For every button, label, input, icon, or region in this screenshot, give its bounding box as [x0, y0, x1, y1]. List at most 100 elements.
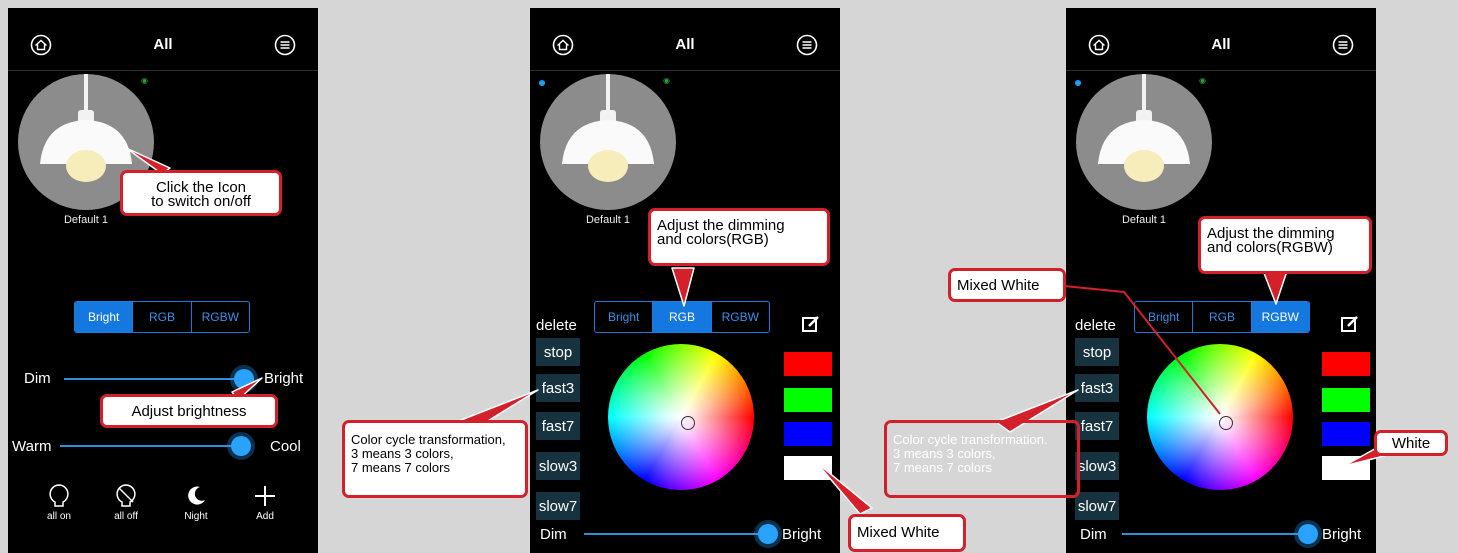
mode-fast7-button[interactable]: fast7: [536, 412, 580, 440]
dim-label: Dim: [24, 370, 51, 387]
all-on-label: all on: [47, 511, 71, 522]
callout-white-text: White: [1391, 435, 1431, 452]
lamp-icon[interactable]: [1076, 74, 1212, 210]
tab-rgb[interactable]: RGB: [652, 302, 711, 332]
bright-label: Bright: [1322, 526, 1362, 543]
dim-label: Dim: [1080, 526, 1107, 543]
dim-track[interactable]: [584, 533, 766, 535]
night-button[interactable]: Night: [172, 484, 220, 522]
selected-indicator: [539, 80, 545, 86]
all-off-button[interactable]: all off: [102, 484, 150, 522]
mode-fast7-button[interactable]: fast7: [1075, 412, 1119, 440]
lamp-name: Default 1: [1121, 214, 1167, 226]
power-indicator-icon: ◉: [141, 76, 148, 85]
mode-slow3-button[interactable]: slow3: [1075, 452, 1119, 480]
callout-cycle2-line2: 3 means 3 colors,: [351, 446, 454, 461]
swatch-blue[interactable]: [1322, 422, 1370, 446]
dim-label: Dim: [540, 526, 567, 543]
callout-mixed-white-bottom-text: Mixed White: [857, 524, 940, 541]
menu-icon[interactable]: [274, 34, 296, 56]
tab-rgbw[interactable]: RGBW: [190, 302, 249, 332]
lamp-icon[interactable]: [540, 74, 676, 210]
callout-rgb: Adjust the dimming and colors(RGB): [648, 208, 830, 266]
tab-rgbw[interactable]: RGBW: [710, 302, 769, 332]
swatch-white[interactable]: [1322, 456, 1370, 480]
color-picker-handle[interactable]: [681, 416, 695, 430]
page-title: All: [153, 36, 173, 53]
callout-mixed-white-top: Mixed White: [948, 268, 1066, 302]
bulb-off-icon: [116, 484, 136, 507]
callout-mixed-white-top-text: Mixed White: [957, 277, 1040, 294]
swatch-white[interactable]: [784, 456, 832, 480]
mode-slow7-button[interactable]: slow7: [536, 492, 580, 520]
mode-slow7-button[interactable]: slow7: [1075, 492, 1119, 520]
color-wheel[interactable]: [608, 344, 754, 490]
swatch-blue[interactable]: [784, 422, 832, 446]
plus-icon: [255, 486, 275, 506]
add-label: Add: [256, 511, 274, 522]
callout-cycle2: Color cycle transformation, 3 means 3 co…: [342, 420, 528, 498]
bright-label: Bright: [782, 526, 822, 543]
night-label: Night: [184, 511, 208, 522]
bright-label: Bright: [264, 370, 304, 387]
app-header: All: [1066, 8, 1376, 71]
tab-rgb[interactable]: RGB: [1192, 302, 1250, 332]
mode-tabs: Bright RGB RGBW: [74, 301, 250, 333]
menu-icon[interactable]: [1332, 34, 1354, 56]
temperature-track[interactable]: [60, 445, 250, 447]
app-header: All: [530, 8, 840, 71]
selected-indicator: [1075, 80, 1081, 86]
app-header: All: [8, 8, 318, 71]
callout-brightness: Adjust brightness: [100, 394, 278, 428]
mode-fast3-button[interactable]: fast3: [1075, 374, 1119, 402]
callout-rgb-line2: and colors(RGB): [657, 231, 769, 248]
callout-cycle3-line3: 7 means 7 colors: [893, 460, 992, 475]
edit-icon[interactable]: [802, 315, 820, 333]
callout-cycle3-line2: 3 means 3 colors,: [893, 446, 996, 461]
delete-label[interactable]: delete: [536, 317, 577, 334]
power-indicator-icon: ◉: [663, 76, 670, 85]
callout-cycle2-line1: Color cycle transformation,: [351, 432, 506, 447]
mode-tabs: Bright RGB RGBW: [1134, 301, 1310, 333]
phone-screen-bright: All ◉ Default 1 Bright RGB RGBW Dim Brig…: [8, 8, 318, 553]
page-title: All: [1211, 36, 1231, 53]
tab-bright[interactable]: Bright: [595, 302, 652, 332]
swatch-red[interactable]: [784, 352, 832, 376]
mode-tabs: Bright RGB RGBW: [594, 301, 770, 333]
add-button[interactable]: Add: [241, 484, 289, 522]
tab-bright[interactable]: Bright: [1135, 302, 1192, 332]
brightness-track[interactable]: [64, 378, 250, 380]
moon-icon: [188, 486, 205, 505]
callout-white: White: [1374, 430, 1448, 456]
swatch-green[interactable]: [1322, 388, 1370, 412]
color-picker-handle[interactable]: [1219, 416, 1233, 430]
dim-knob[interactable]: [1298, 524, 1318, 544]
menu-icon[interactable]: [796, 34, 818, 56]
page-title: All: [675, 36, 695, 53]
dim-track[interactable]: [1122, 533, 1306, 535]
mode-stop-button[interactable]: stop: [536, 338, 580, 366]
phone-screen-rgb: All ◉ Default 1 Bright RGB RGBW delete s…: [530, 8, 840, 553]
color-wheel[interactable]: [1147, 344, 1293, 490]
power-indicator-icon: ◉: [1199, 76, 1206, 85]
callout-brightness-text: Adjust brightness: [131, 403, 247, 420]
callout-switch-line2: to switch on/off: [151, 193, 251, 210]
dim-knob[interactable]: [758, 524, 778, 544]
swatch-green[interactable]: [784, 388, 832, 412]
tab-rgbw[interactable]: RGBW: [1250, 302, 1309, 332]
swatch-red[interactable]: [1322, 352, 1370, 376]
mode-stop-button[interactable]: stop: [1075, 338, 1119, 366]
tab-bright[interactable]: Bright: [75, 302, 133, 332]
mode-fast3-button[interactable]: fast3: [536, 374, 580, 402]
temperature-knob[interactable]: [230, 436, 251, 456]
cool-label: Cool: [270, 438, 301, 455]
brightness-knob[interactable]: [234, 369, 255, 389]
callout-mixed-white-bottom: Mixed White: [848, 514, 966, 552]
callout-cycle3-line1: Color cycle transformation.: [893, 432, 1048, 447]
tab-rgb[interactable]: RGB: [132, 302, 190, 332]
all-on-button[interactable]: all on: [35, 484, 83, 522]
edit-icon[interactable]: [1341, 315, 1359, 333]
warm-label: Warm: [12, 438, 52, 455]
delete-label[interactable]: delete: [1075, 317, 1116, 334]
mode-slow3-button[interactable]: slow3: [536, 452, 580, 480]
